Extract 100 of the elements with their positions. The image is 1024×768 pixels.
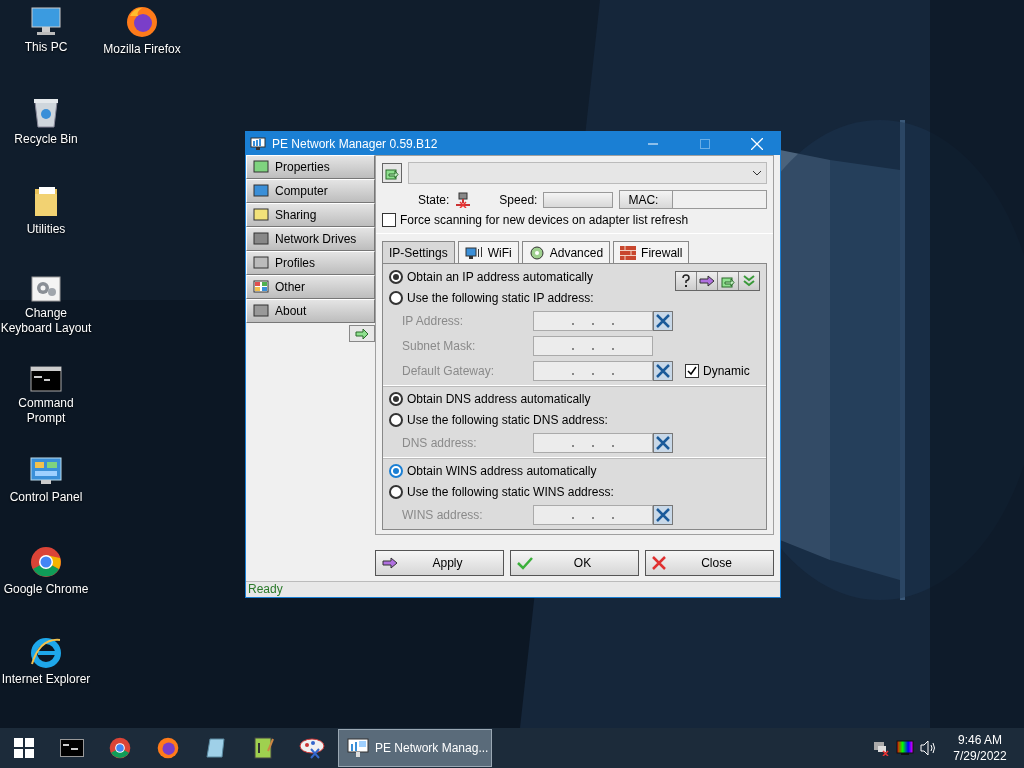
- taskbar-window-button[interactable]: PE Network Manag...: [338, 729, 492, 767]
- clear-icon: [656, 436, 670, 450]
- folder-icon: [33, 186, 59, 218]
- checkbox-label: Dynamic: [703, 364, 750, 378]
- tab[interactable]: IP-Settings: [382, 241, 455, 263]
- desktop-icon-label[interactable]: Control Panel: [9, 490, 83, 505]
- speed-label: Speed:: [499, 192, 538, 207]
- clear-icon: [656, 314, 670, 328]
- tab[interactable]: Firewall: [613, 241, 690, 263]
- close-button[interactable]: Close: [645, 550, 774, 576]
- terminal-icon: [30, 366, 62, 392]
- network-disconnected-icon[interactable]: [872, 740, 890, 756]
- firefox-icon[interactable]: [157, 737, 179, 759]
- ip-address-field[interactable]: [533, 336, 653, 356]
- radio-button[interactable]: [389, 464, 403, 478]
- ip-address-field[interactable]: [533, 311, 653, 331]
- radio-label: Use the following static IP address:: [407, 291, 594, 305]
- speaker-icon[interactable]: [920, 740, 938, 756]
- speed-field: [543, 191, 614, 208]
- ip-address-field[interactable]: [533, 433, 653, 453]
- clock[interactable]: 9:46 AM 7/29/2022: [944, 732, 1016, 764]
- color-display-icon[interactable]: [896, 740, 914, 756]
- arrow-icon: [699, 275, 715, 287]
- chrome-icon[interactable]: [109, 737, 131, 759]
- recycle-bin-icon: [32, 96, 60, 128]
- notepad-icon[interactable]: [205, 737, 227, 759]
- radio-button[interactable]: [389, 270, 403, 284]
- check-icon: [517, 556, 533, 570]
- radio-button[interactable]: [389, 485, 403, 499]
- field-label: IP Address:: [402, 314, 465, 328]
- status-bar: Ready: [246, 581, 780, 597]
- sidebar-item[interactable]: Network Drives: [246, 227, 375, 251]
- radio-label: Use the following static WINS address:: [407, 485, 614, 499]
- arrow-icon: [355, 328, 369, 339]
- mac-field: MAC:: [619, 190, 767, 209]
- disconnected-network-icon: [455, 191, 472, 208]
- ip-address-field[interactable]: [533, 505, 653, 525]
- ok-button[interactable]: OK: [510, 550, 639, 576]
- sidebar-item[interactable]: Computer: [246, 179, 375, 203]
- palette-icon[interactable]: [299, 737, 325, 759]
- radio-label: Obtain DNS address automatically: [407, 392, 591, 406]
- sidebar-item[interactable]: Properties: [246, 155, 375, 179]
- control-panel-icon: [30, 456, 62, 486]
- ip-address-field[interactable]: [533, 361, 653, 381]
- apply-button[interactable]: Apply: [375, 550, 504, 576]
- radio-button[interactable]: [389, 413, 403, 427]
- export-button[interactable]: [718, 272, 739, 290]
- desktop-icon-label[interactable]: Google Chrome: [3, 582, 89, 597]
- radio-button[interactable]: [389, 291, 403, 305]
- firefox-icon: [126, 6, 158, 38]
- field-label: DNS address:: [402, 436, 478, 450]
- arrow-icon: [382, 557, 398, 569]
- computer-icon: [30, 6, 62, 36]
- apply-button[interactable]: [697, 272, 718, 290]
- sidebar-item[interactable]: About: [246, 299, 375, 323]
- desktop-icon-label[interactable]: Recycle Bin: [14, 132, 78, 147]
- sidebar-item[interactable]: Other: [246, 275, 375, 299]
- desktop-icon-label[interactable]: This PC: [24, 40, 68, 55]
- help-button[interactable]: [676, 272, 697, 290]
- chevrons-down-icon: [743, 274, 755, 288]
- date: 7/29/2022: [953, 748, 1007, 764]
- help-icon: [681, 274, 691, 288]
- radio-button[interactable]: [389, 392, 403, 406]
- wifi-monitor-icon: [464, 245, 483, 260]
- network-monitor-icon: [347, 738, 369, 758]
- close-icon: [751, 137, 763, 150]
- grid-icon: [253, 280, 269, 294]
- expand-button[interactable]: [739, 272, 759, 290]
- tab[interactable]: WiFi: [457, 241, 519, 263]
- clear-icon: [656, 508, 670, 522]
- desktop-icon-label[interactable]: Mozilla Firefox: [103, 42, 181, 57]
- arrow-button[interactable]: [349, 325, 375, 342]
- desktop-icon-label[interactable]: Command Prompt: [0, 396, 92, 426]
- field-label: Subnet Mask:: [402, 339, 477, 353]
- caret-icon: [752, 170, 762, 176]
- desktop-icon-label[interactable]: Change Keyboard Layout: [0, 306, 92, 336]
- window-title: PE Network Manager 0.59.B12: [272, 136, 439, 151]
- time: 9:46 AM: [958, 732, 1002, 748]
- brick-wall-icon: [620, 245, 637, 260]
- ie-icon: [30, 636, 62, 668]
- desktop-icon-label[interactable]: Internet Explorer: [1, 672, 91, 687]
- refresh-button[interactable]: [382, 163, 402, 183]
- radio-label: Use the following static DNS address:: [407, 413, 608, 427]
- radio-label: Obtain an IP address automatically: [407, 270, 593, 284]
- desktop-icon-label[interactable]: Utilities: [26, 222, 66, 237]
- checkbox[interactable]: [382, 213, 396, 227]
- export-icon: [721, 274, 735, 288]
- chrome-icon: [30, 546, 62, 578]
- checkbox-label: Force scanning for new devices on adapter list refresh: [400, 213, 689, 227]
- tab[interactable]: Advanced: [521, 241, 611, 263]
- close-icon: [652, 556, 666, 570]
- maximize-icon: [700, 138, 710, 149]
- radio-label: Obtain WINS address automatically: [407, 464, 597, 478]
- editor-icon[interactable]: [254, 737, 274, 759]
- terminal-icon[interactable]: [60, 739, 84, 757]
- sidebar-item[interactable]: Sharing: [246, 203, 375, 227]
- sidebar-item[interactable]: Profiles: [246, 251, 375, 275]
- field-label: Default Gateway:: [402, 364, 496, 378]
- export-icon: [385, 166, 399, 180]
- state-label: State:: [418, 192, 450, 207]
